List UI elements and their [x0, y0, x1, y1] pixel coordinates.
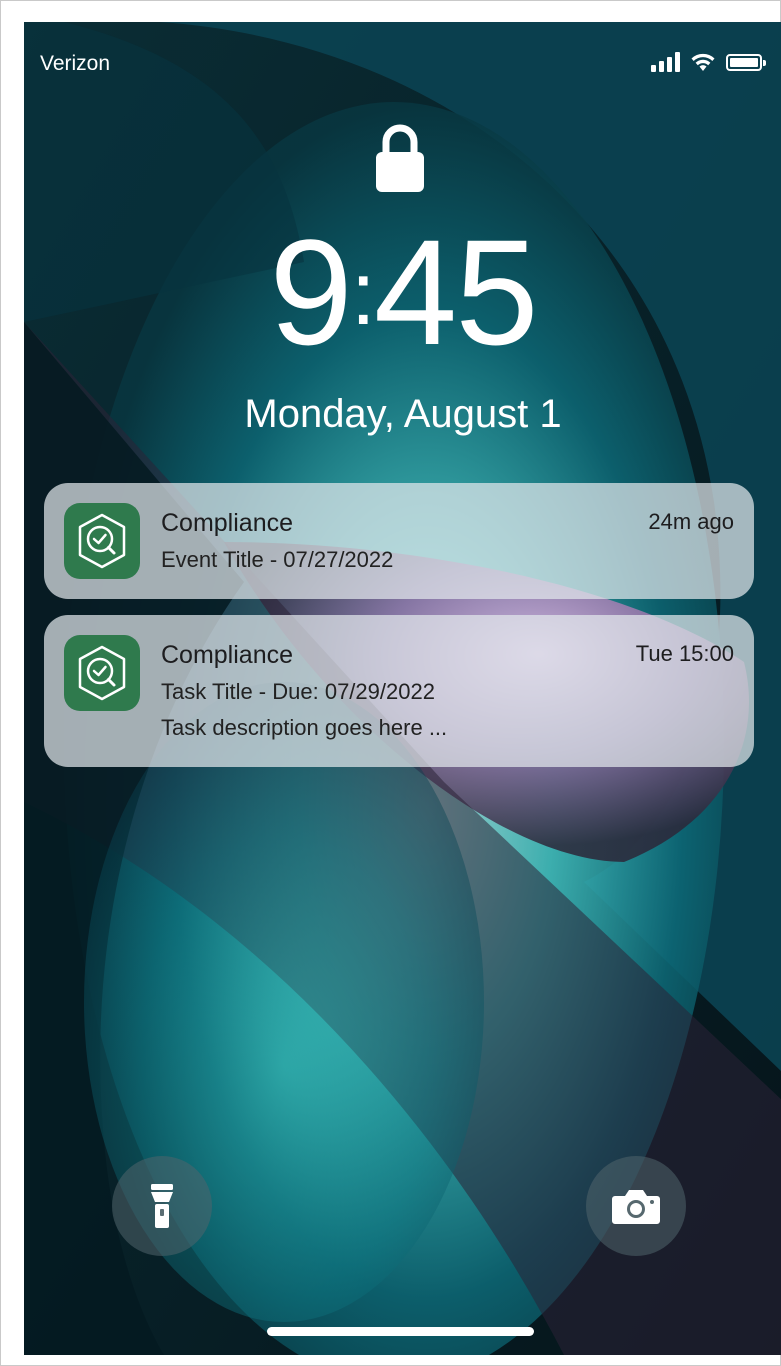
notification-app-name: Compliance	[161, 509, 294, 537]
flashlight-icon	[151, 1184, 173, 1228]
lock-screen-time: 9:45	[24, 217, 781, 389]
screenshot-frame: Verizon 9:45 Monday, August 1 Compliance…	[0, 0, 781, 1366]
cellular-signal-icon	[651, 52, 680, 72]
status-bar: Verizon	[24, 22, 781, 106]
notification-time: 24m ago	[648, 509, 734, 534]
carrier-label: Verizon	[40, 52, 111, 75]
phone-lock-screen: Verizon 9:45 Monday, August 1 Compliance…	[24, 22, 781, 1355]
lock-screen-date: Monday, August 1	[244, 392, 562, 436]
time-separator: :	[350, 244, 376, 344]
notification-body-line: Event Title - 07/27/2022	[161, 547, 394, 572]
flashlight-button[interactable]	[112, 1156, 212, 1256]
time-hour: 9	[269, 208, 352, 376]
camera-button[interactable]	[586, 1156, 686, 1256]
notification-body-line: Task Title - Due: 07/29/2022	[161, 679, 435, 704]
lock-icon	[376, 124, 424, 192]
notification-app-name: Compliance	[161, 641, 294, 669]
notification-body-line: Task description goes here ...	[161, 715, 448, 740]
compliance-app-icon	[64, 503, 140, 579]
camera-icon	[612, 1190, 660, 1224]
wifi-icon	[691, 53, 715, 71]
status-icons	[651, 52, 766, 72]
notification-task[interactable]: Compliance Tue 15:00 Task Title - Due: 0…	[44, 615, 754, 767]
compliance-app-icon	[64, 635, 140, 711]
time-minutes: 45	[373, 208, 539, 376]
home-indicator[interactable]	[267, 1327, 534, 1336]
notification-event[interactable]: Compliance 24m ago Event Title - 07/27/2…	[44, 483, 754, 599]
notification-time: Tue 15:00	[635, 641, 734, 666]
battery-icon	[726, 53, 766, 71]
